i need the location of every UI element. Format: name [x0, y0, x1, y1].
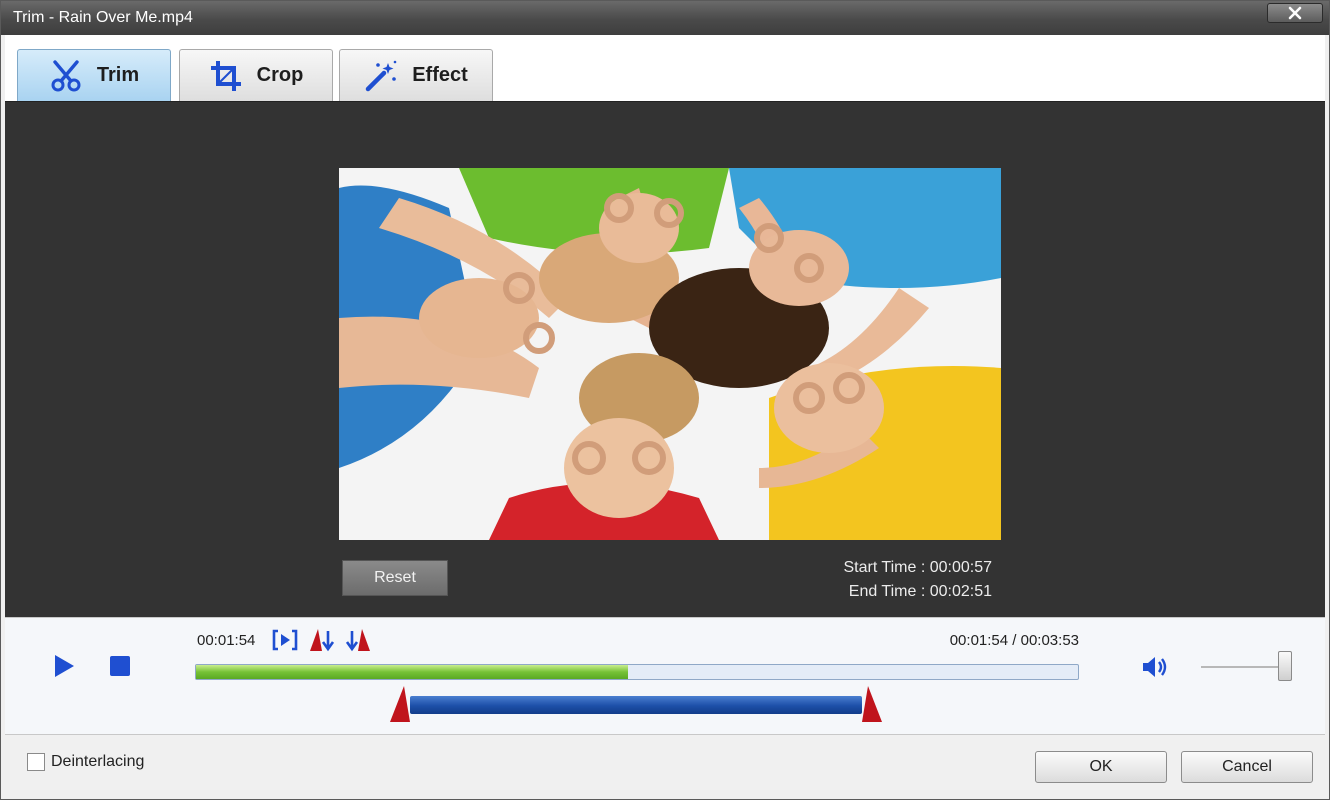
volume-slider-track[interactable] — [1201, 666, 1289, 668]
trim-end-handle[interactable] — [862, 686, 883, 722]
end-time-label: End Time : 00:02:51 — [848, 583, 992, 600]
position-display: 00:01:54 / 00:03:53 — [949, 632, 1079, 649]
trim-end-marker-icon — [862, 686, 883, 722]
tab-bar: Trim Crop Effect — [5, 35, 1325, 101]
video-frame-image — [339, 168, 1001, 540]
trim-start-marker-icon — [389, 686, 410, 722]
ok-button[interactable]: OK — [1035, 751, 1167, 783]
reset-button[interactable]: Reset — [342, 560, 448, 596]
deinterlacing-label: Deinterlacing — [51, 753, 145, 770]
play-icon[interactable] — [53, 654, 75, 678]
tab-crop-label: Crop — [256, 64, 304, 86]
progress-slider[interactable] — [195, 664, 1079, 680]
trim-dialog: Trim - Rain Over Me.mp4 Trim Crop Effect… — [0, 0, 1330, 800]
preview-area: Reset Start Time : 00:00:57 End Time : 0… — [5, 101, 1325, 617]
dialog-body: Trim Crop Effect Reset Start Time: 00:0… — [5, 35, 1325, 797]
crop-icon — [210, 60, 241, 91]
scissors-icon — [51, 59, 81, 91]
close-icon — [1288, 6, 1302, 20]
current-time: 00:01:54 — [197, 632, 256, 649]
video-preview[interactable] — [339, 168, 1001, 540]
set-end-icon[interactable] — [345, 628, 371, 652]
window-title: Trim - Rain Over Me.mp4 — [13, 9, 193, 26]
tab-effect[interactable]: Effect — [339, 49, 493, 101]
title-bar[interactable]: Trim - Rain Over Me.mp4 — [1, 1, 1329, 35]
tab-trim[interactable]: Trim — [17, 49, 171, 101]
deinterlacing-checkbox-box[interactable] — [27, 753, 45, 771]
trim-time-info: Start Time : 00:00:57 End Time : 00:02:5… — [843, 556, 992, 604]
tab-crop[interactable]: Crop — [179, 49, 333, 101]
stop-icon[interactable] — [110, 656, 130, 676]
trim-range[interactable] — [195, 686, 1079, 726]
progress-fill — [196, 665, 629, 679]
close-button[interactable] — [1267, 3, 1323, 23]
deinterlacing-checkbox[interactable]: Deinterlacing — [27, 753, 144, 771]
magic-wand-icon — [365, 60, 397, 91]
player-controls: 00:01:54 00:01:54 / 00:03:53 — [5, 617, 1325, 735]
volume-icon[interactable] — [1141, 654, 1169, 680]
tab-effect-label: Effect — [412, 64, 468, 86]
play-selection-icon[interactable] — [271, 628, 299, 652]
volume-slider-thumb[interactable] — [1277, 651, 1292, 681]
tab-trim-label: Trim — [96, 64, 140, 86]
set-start-icon[interactable] — [309, 628, 335, 652]
cancel-button[interactable]: Cancel — [1181, 751, 1313, 783]
trim-start-handle[interactable] — [389, 686, 410, 722]
start-time-label: Start Time : 00:00:57 — [843, 559, 992, 576]
trim-range-bar[interactable] — [409, 696, 863, 714]
dialog-footer: Deinterlacing OK Cancel — [5, 735, 1325, 797]
